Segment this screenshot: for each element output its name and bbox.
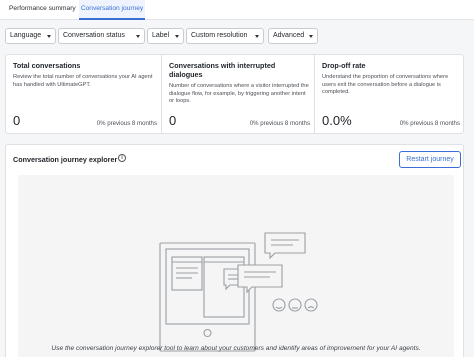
explorer-caption: Use the conversation journey explorer to… <box>51 345 421 352</box>
filter-custom-resolution-label: Custom resolution <box>191 32 248 39</box>
explorer-title: Conversation journey explorer <box>13 155 118 164</box>
card-value: 0 <box>13 113 21 128</box>
filter-advanced[interactable]: Advanced <box>268 28 318 44</box>
caret-down-icon <box>175 35 179 38</box>
metric-cards: Total conversations Review the total num… <box>5 54 464 134</box>
card-interrupted-dialogues: Conversations with interrupted dialogues… <box>161 55 314 133</box>
monitor-screen <box>165 248 250 325</box>
filter-language-label: Language <box>10 32 42 39</box>
explorer-empty-state: Use the conversation journey explorer to… <box>18 175 454 357</box>
card-description: Number of conversations where a visitor … <box>169 83 309 105</box>
chat-bubble-middle <box>237 264 283 294</box>
filter-conversation-status[interactable]: Conversation status <box>58 28 145 44</box>
card-title: Total conversations <box>13 61 81 70</box>
card-description: Review the total number of conversations… <box>13 74 153 88</box>
tab-bar: Performance summary Conversation journey <box>0 0 474 20</box>
caret-down-icon <box>309 35 313 38</box>
caret-down-icon <box>47 35 51 38</box>
tab-performance-summary[interactable]: Performance summary <box>9 0 76 20</box>
card-title: Conversations with interrupted dialogues <box>169 61 276 79</box>
card-title: Drop-off rate <box>322 61 366 70</box>
filter-advanced-label: Advanced <box>273 32 305 39</box>
card-total-conversations: Total conversations Review the total num… <box>6 55 161 133</box>
conversation-journey-explorer: Conversation journey explorer i Restart … <box>5 144 464 357</box>
card-drop-off-rate: Drop-off rate Understand the proportion … <box>314 55 464 133</box>
filter-language[interactable]: Language <box>5 28 56 44</box>
filter-custom-resolution[interactable]: Custom resolution <box>186 28 264 44</box>
caret-down-icon <box>136 35 140 38</box>
filter-label[interactable]: Label <box>147 28 184 44</box>
card-previous-period: 0% previous 8 months <box>399 120 460 127</box>
restart-journey-button[interactable]: Restart journey <box>399 151 461 168</box>
empty-state-illustration <box>159 232 318 352</box>
face-icon <box>288 298 302 312</box>
card-description: Understand the proportion of conversatio… <box>322 74 449 96</box>
face-icon <box>304 298 318 312</box>
card-previous-period: 0% previous 8 months <box>96 120 157 127</box>
tab-conversation-journey[interactable]: Conversation journey <box>79 0 145 20</box>
filter-conversation-status-label: Conversation status <box>63 32 125 39</box>
info-icon[interactable]: i <box>118 154 126 162</box>
monitor-button <box>203 328 212 338</box>
card-value: 0.0% <box>322 113 352 128</box>
card-previous-period: 0% previous 8 months <box>249 120 310 127</box>
face-icon <box>272 298 286 312</box>
caret-down-icon <box>255 35 259 38</box>
filter-label-label: Label <box>152 32 170 39</box>
card-value: 0 <box>169 113 177 128</box>
monitor-shape <box>159 242 256 352</box>
